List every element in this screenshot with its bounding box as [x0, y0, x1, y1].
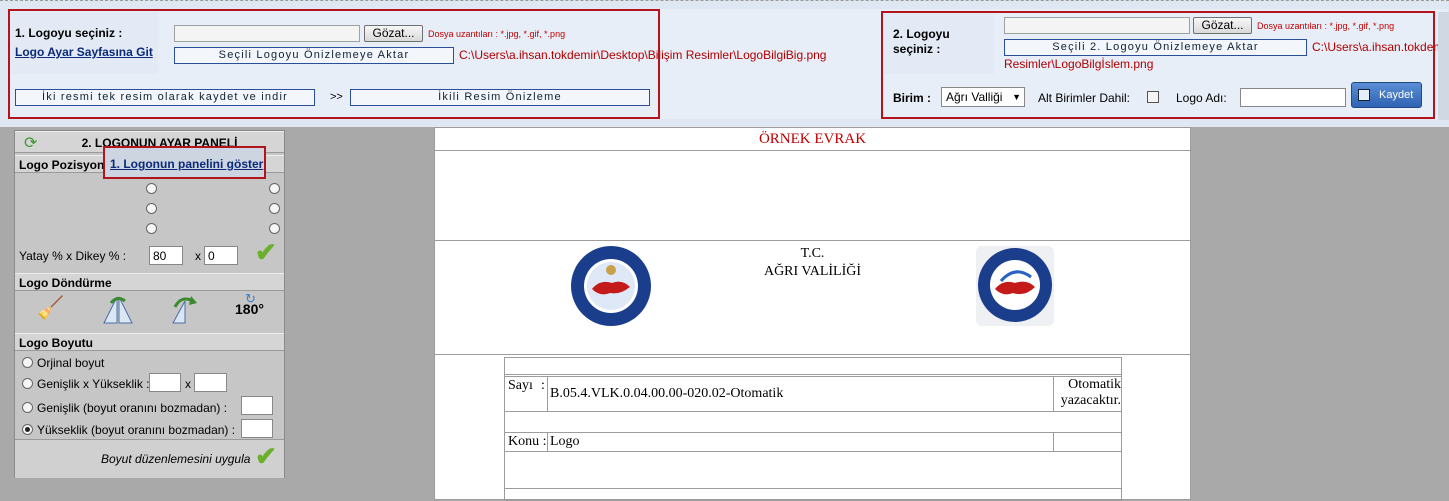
- table-row-divider: [504, 488, 1122, 489]
- scrollbar[interactable]: [1438, 12, 1449, 120]
- position-label: Logo Pozisyonu: [19, 158, 112, 172]
- position-radio-middle-center[interactable]: [146, 203, 157, 214]
- size-header: Logo Boyutu: [15, 333, 284, 351]
- rotate-header-label: Logo Döndürme: [19, 276, 112, 290]
- document-title: ÖRNEK EVRAK: [758, 131, 867, 147]
- size-height-keep-ratio-input[interactable]: [241, 419, 273, 438]
- apply-size-label: Boyut düzenlemesini uygula: [101, 452, 251, 466]
- position-radio-bottom-right[interactable]: [269, 223, 280, 234]
- size-width-input[interactable]: [149, 373, 181, 392]
- divider: [435, 354, 1190, 355]
- position-radio-top-center[interactable]: [146, 183, 157, 194]
- broom-reset-icon[interactable]: 🧹: [37, 295, 64, 321]
- logo1-highlight-box: [8, 9, 660, 119]
- rotate-arrow-icon: ↻: [245, 291, 256, 306]
- size-label-width-keep-ratio: Genişlik (boyut oranını bozmadan) :: [37, 401, 228, 415]
- apply-offset-check-icon[interactable]: ✔: [255, 239, 277, 265]
- sayi-value: B.05.4.VLK.0.04.00.00-020.02-Otomatik: [550, 386, 784, 401]
- apply-size-check-icon[interactable]: ✔: [255, 443, 277, 469]
- table-row-divider: [504, 374, 1122, 375]
- show-panel-highlight-box: [103, 146, 266, 179]
- size-width-keep-ratio-input[interactable]: [241, 396, 273, 415]
- size-height-input[interactable]: [194, 373, 227, 392]
- flip-horizontal-icon[interactable]: [101, 293, 135, 325]
- otomatik-line2: yazacaktır.: [1060, 393, 1121, 408]
- rotate-180-icon[interactable]: 180° ↻: [235, 291, 271, 325]
- size-label-height-keep-ratio: Yükseklik (boyut oranını bozmadan) :: [37, 423, 236, 437]
- logo2-highlight-box: [881, 11, 1435, 119]
- rotate-header: Logo Döndürme: [15, 273, 284, 291]
- size-label-original: Orjinal boyut: [37, 356, 105, 370]
- otomatik-note: Otomatik yazacaktır.: [1055, 377, 1121, 409]
- konu-value: Logo: [550, 434, 580, 449]
- position-radio-bottom-center[interactable]: [146, 223, 157, 234]
- offset-label: Yatay % x Dikey % :: [19, 249, 127, 263]
- tc-heading: T.C.: [800, 246, 825, 261]
- valilik-heading: AĞRI VALİLİĞİ: [763, 264, 862, 279]
- it-department-logo-right: [976, 246, 1054, 326]
- size-radio-width-keep-ratio[interactable]: [22, 402, 33, 413]
- otomatik-line1: Otomatik: [1068, 377, 1121, 392]
- size-radio-width-height[interactable]: [22, 378, 33, 389]
- sayi-colon: :: [541, 378, 545, 393]
- sayi-label: Sayı: [508, 378, 533, 393]
- position-radio-middle-right[interactable]: [269, 203, 280, 214]
- vertical-percent-input[interactable]: [204, 246, 238, 265]
- size-x-separator: x: [185, 377, 191, 391]
- refresh-icon[interactable]: ⟳: [24, 133, 37, 153]
- size-label-width-height: Genişlik x Yükseklik :: [37, 377, 150, 391]
- konu-value-cell: [547, 432, 1054, 452]
- size-radio-height-keep-ratio[interactable]: [22, 424, 33, 435]
- document-preview: ÖRNEK EVRAK T.C. AĞRI VALİLİĞİ Sayı : B.…: [434, 127, 1191, 501]
- position-radio-top-right[interactable]: [269, 183, 280, 194]
- size-radio-original[interactable]: [22, 357, 33, 368]
- rotate-right-icon[interactable]: [167, 293, 201, 325]
- divider: [435, 150, 1190, 151]
- logo2-settings-panel: 2. LOGONUN AYAR PANELİ ⟳ Logo Pozisyonu …: [14, 130, 285, 478]
- konu-label: Konu :: [508, 434, 547, 449]
- divider: [435, 240, 1190, 241]
- horizontal-percent-input[interactable]: [149, 246, 183, 265]
- size-header-label: Logo Boyutu: [19, 336, 93, 350]
- x-separator: x: [195, 249, 201, 263]
